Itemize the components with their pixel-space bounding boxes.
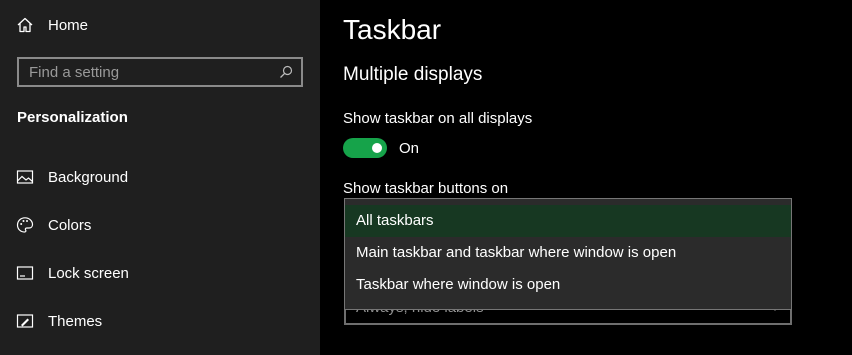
page-title: Taskbar (343, 14, 442, 45)
sidebar-item-label: Themes (48, 312, 103, 330)
lock-screen-icon (16, 264, 34, 282)
dropdown-option-all-taskbars[interactable]: All taskbars (345, 205, 791, 237)
themes-icon (16, 312, 34, 330)
section-title: Personalization (17, 109, 128, 126)
toggle-knob (372, 143, 382, 153)
nav-home-label: Home (48, 16, 89, 34)
dropdown-option-window-open[interactable]: Taskbar where window is open (345, 269, 791, 301)
image-icon (16, 168, 34, 186)
sidebar-item-colors[interactable]: Colors (16, 213, 306, 237)
search-box[interactable] (17, 57, 303, 87)
sidebar-item-themes[interactable]: Themes (16, 309, 306, 333)
search-icon[interactable] (279, 65, 293, 79)
sidebar: Home Personalization Background Colors L… (0, 0, 320, 355)
section-subtitle: Multiple displays (343, 64, 483, 85)
sidebar-item-label: Colors (48, 216, 92, 234)
show-taskbar-toggle[interactable] (343, 138, 387, 158)
sidebar-item-label: Lock screen (48, 264, 129, 282)
show-taskbar-label: Show taskbar on all displays (343, 110, 533, 127)
nav-home[interactable]: Home (16, 13, 88, 37)
show-buttons-label: Show taskbar buttons on (343, 180, 509, 197)
sidebar-item-lock-screen[interactable]: Lock screen (16, 261, 306, 285)
sidebar-item-background[interactable]: Background (16, 165, 306, 189)
toggle-state-label: On (399, 140, 420, 157)
dropdown-option-main-and-open[interactable]: Main taskbar and taskbar where window is… (345, 237, 791, 269)
palette-icon (16, 216, 34, 234)
home-icon (16, 16, 34, 34)
main-content: Taskbar Multiple displays Show taskbar o… (320, 0, 852, 355)
taskbar-buttons-dropdown[interactable]: All taskbars Main taskbar and taskbar wh… (344, 198, 792, 310)
search-input[interactable] (29, 63, 279, 81)
sidebar-item-label: Background (48, 168, 129, 186)
